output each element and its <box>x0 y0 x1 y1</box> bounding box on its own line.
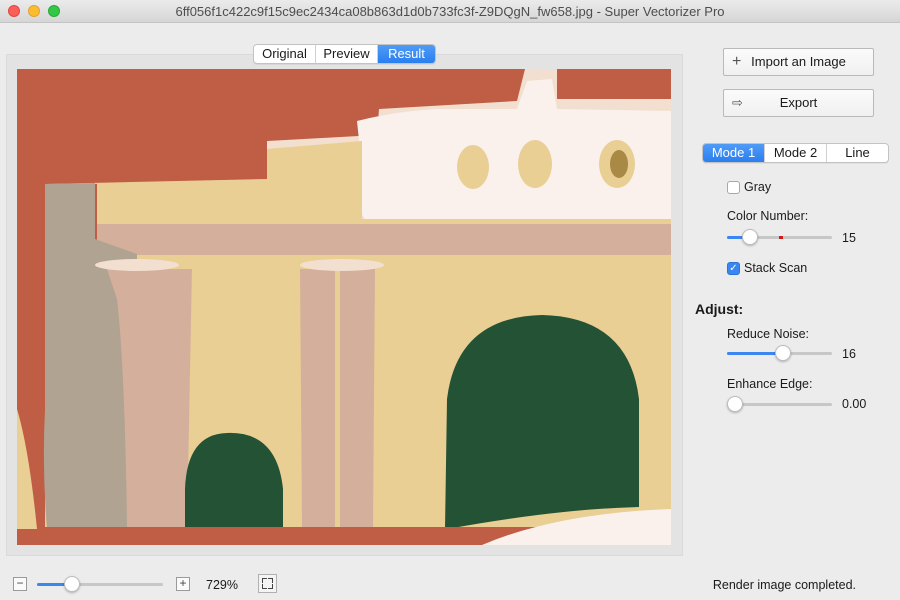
gray-label: Gray <box>744 180 772 194</box>
ornament-2 <box>518 140 552 188</box>
slider-knob[interactable] <box>727 396 743 412</box>
title-bar: 6ff056f1c422c9f15c9ec2434ca08b863d1d0b73… <box>0 0 900 23</box>
status-message: Render image completed. <box>712 578 856 592</box>
enhance-edge-value: 0.00 <box>842 397 867 411</box>
zoom-out-button[interactable]: − <box>13 577 27 591</box>
slider-knob[interactable] <box>775 345 791 361</box>
stack-scan-checkbox[interactable]: ✓ <box>727 261 740 275</box>
export-button[interactable]: ⇨ Export <box>723 89 874 117</box>
stack-scan-label: Stack Scan <box>744 261 808 275</box>
ornament-1 <box>457 145 489 189</box>
enhance-edge-slider[interactable] <box>727 396 832 412</box>
import-image-label: Import an Image <box>751 54 846 69</box>
color-number-label: Color Number: <box>727 209 809 223</box>
capital-1 <box>95 259 179 271</box>
tab-line[interactable]: Line <box>827 144 888 162</box>
enhance-edge-label: Enhance Edge: <box>727 377 813 391</box>
gray-checkbox[interactable] <box>727 180 740 194</box>
color-number-value: 15 <box>842 231 856 245</box>
plus-icon: + <box>732 53 742 70</box>
slider-knob[interactable] <box>742 229 758 245</box>
default-marker <box>779 236 783 239</box>
export-label: Export <box>779 95 818 110</box>
tab-result[interactable]: Result <box>378 45 435 63</box>
slider-knob[interactable] <box>64 576 80 592</box>
adjust-heading: Adjust: <box>695 301 744 317</box>
gray-option[interactable]: Gray <box>727 180 771 194</box>
fit-corner-icon <box>268 578 273 583</box>
vector-image-svg <box>17 69 671 545</box>
large-arch <box>445 315 639 529</box>
tab-mode-1[interactable]: Mode 1 <box>703 144 765 162</box>
tab-original[interactable]: Original <box>254 45 316 63</box>
reduce-noise-value: 16 <box>842 347 856 361</box>
export-icon: ⇨ <box>732 95 743 110</box>
import-image-button[interactable]: + Import an Image <box>723 48 874 76</box>
ornament-3-shadow <box>610 150 628 178</box>
column-2-seam <box>335 269 340 529</box>
color-number-slider[interactable] <box>727 229 832 245</box>
tab-mode-2[interactable]: Mode 2 <box>765 144 827 162</box>
vectorized-image[interactable] <box>17 69 671 545</box>
zoom-level: 729% <box>206 578 238 592</box>
fit-corner-icon <box>268 584 273 589</box>
fit-corner-icon <box>262 578 267 583</box>
mode-tabs: Mode 1 Mode 2 Line <box>702 143 889 163</box>
fit-corner-icon <box>262 584 267 589</box>
reduce-noise-label: Reduce Noise: <box>727 327 809 341</box>
capital-2 <box>300 259 384 271</box>
zoom-in-button[interactable]: + <box>176 577 190 591</box>
stack-scan-option[interactable]: ✓ Stack Scan <box>727 261 807 275</box>
cornice-pink <box>97 224 671 256</box>
zoom-slider[interactable] <box>37 576 163 592</box>
fit-to-window-button[interactable] <box>258 574 277 593</box>
window-title: 6ff056f1c422c9f15c9ec2434ca08b863d1d0b73… <box>175 4 725 19</box>
reduce-noise-slider[interactable] <box>727 345 832 361</box>
view-tabs: Original Preview Result <box>253 44 436 64</box>
tab-preview[interactable]: Preview <box>316 45 378 63</box>
